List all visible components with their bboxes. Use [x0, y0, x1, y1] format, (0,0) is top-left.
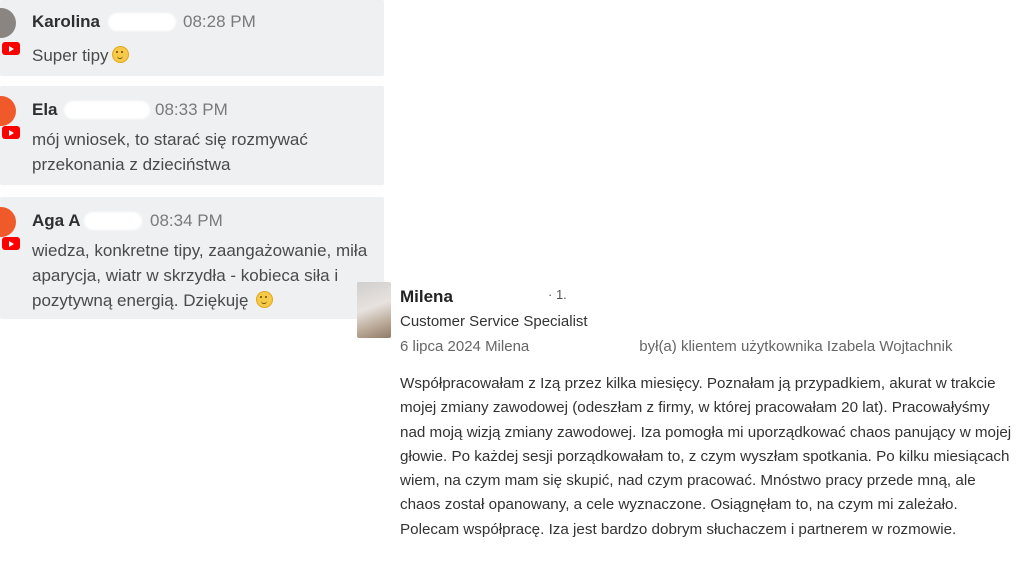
- chat-author-name: Ela: [32, 100, 58, 119]
- chat-timestamp: 08:34 PM: [150, 211, 223, 230]
- smile-emoji-icon: [256, 291, 274, 308]
- chat-author-name: Aga A: [32, 211, 81, 230]
- chat-message: Aga A 08:34 PM wiedza, konkretne tipy, z…: [0, 197, 384, 319]
- youtube-icon: [2, 42, 20, 55]
- redaction: [84, 212, 142, 230]
- reviewer-headline: Customer Service Specialist: [400, 313, 588, 330]
- chat-text: Super tipy: [32, 43, 377, 68]
- chat-text: mój wniosek, to starać się rozmywać prze…: [32, 130, 308, 174]
- chat-author-name: Karolina: [32, 12, 101, 31]
- smile-emoji-icon: [111, 46, 129, 63]
- redaction: [108, 13, 176, 31]
- chat-timestamp: 08:33 PM: [155, 100, 228, 119]
- chat-timestamp: 08:28 PM: [183, 12, 256, 31]
- review-meta: 6 lipca 2024 Milena był(a) klientem użytk…: [400, 338, 953, 355]
- review-text: Współpracowałam z Izą przez kilka miesię…: [400, 375, 1012, 538]
- connection-degree: · 1.: [548, 287, 567, 302]
- chat-message: Ela 08:33 PM mój wniosek, to starać się …: [0, 86, 384, 185]
- reviewer-name[interactable]: Milena: [400, 287, 453, 307]
- avatar: [0, 8, 16, 38]
- chat-message: Karolina 08:28 PM Super tipy: [0, 0, 384, 76]
- redaction: [466, 289, 552, 305]
- avatar[interactable]: [357, 282, 391, 338]
- avatar: [0, 96, 16, 126]
- youtube-icon: [2, 237, 20, 250]
- youtube-icon: [2, 126, 20, 139]
- chat-text: wiedza, konkretne tipy, zaangażowanie, m…: [32, 241, 368, 310]
- avatar: [0, 207, 16, 237]
- redaction: [64, 101, 150, 119]
